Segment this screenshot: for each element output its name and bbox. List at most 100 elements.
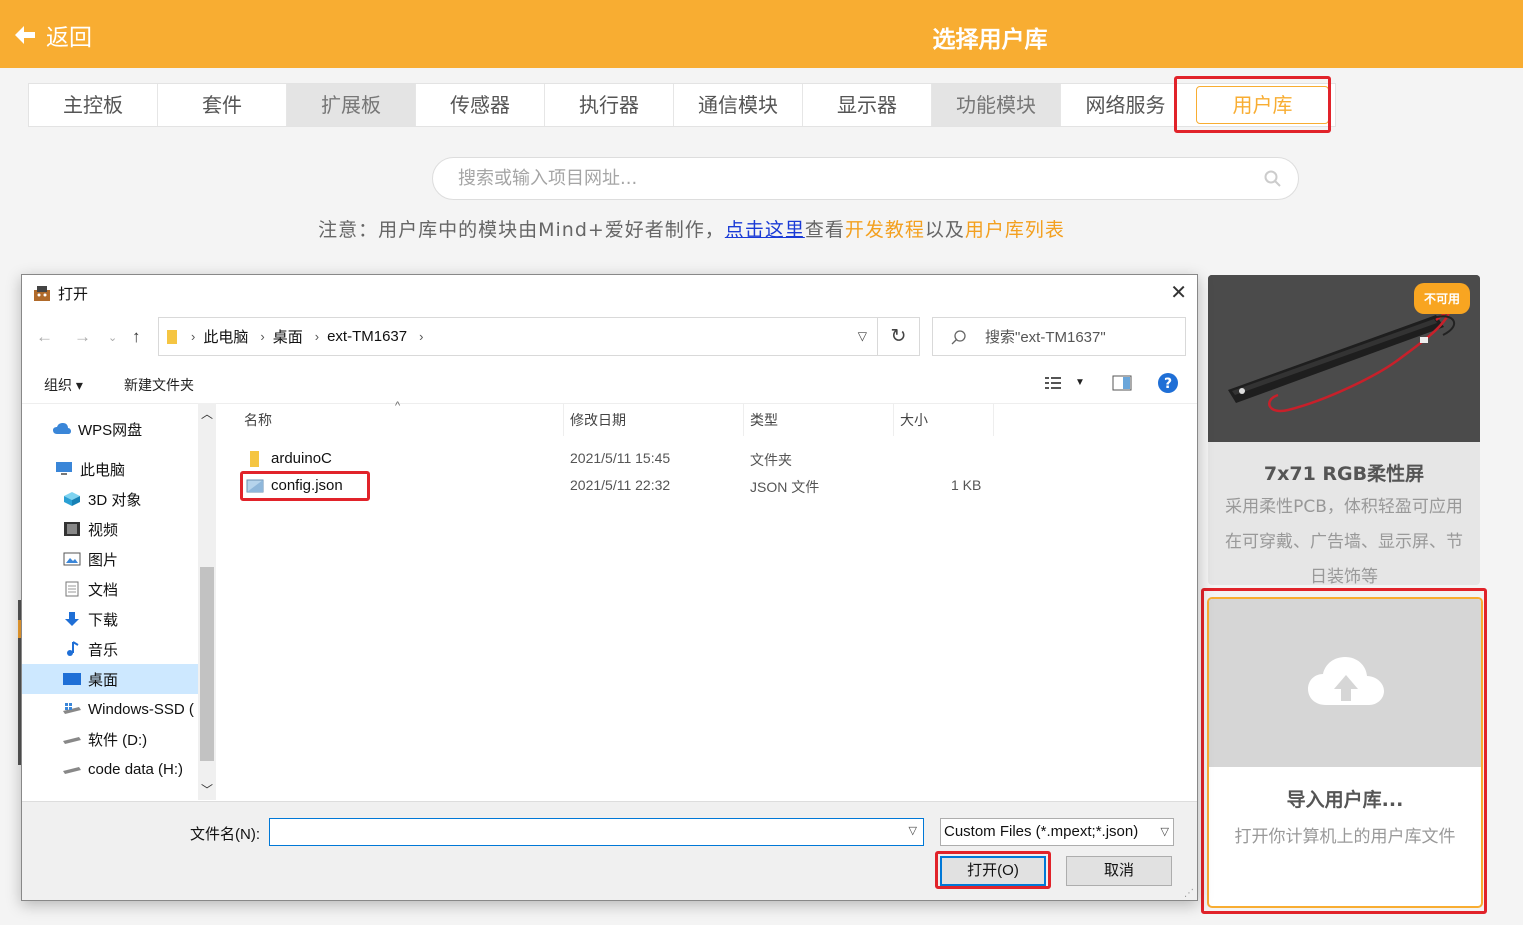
pictures-icon [63, 552, 81, 566]
view-dropdown-icon[interactable]: ▼ [1075, 377, 1085, 388]
notice-prefix: 注意：用户库中的模块由Mind+爱好者制作， [318, 219, 725, 241]
filename-input[interactable]: ▽ [269, 818, 924, 846]
nav-item-music[interactable]: 音乐 [22, 634, 198, 664]
product-image: 不可用 [1208, 275, 1480, 442]
file-name: config.json [271, 477, 343, 494]
dialog-footer: 文件名(N): ▽ Custom Files (*.mpext;*.json) … [22, 801, 1197, 900]
chevron-down-icon[interactable]: ▽ [858, 329, 867, 343]
tab-network-services[interactable]: 网络服务 [1061, 84, 1190, 126]
close-icon[interactable]: ✕ [1170, 283, 1187, 303]
dev-tutorial-link[interactable]: 开发教程 [845, 219, 925, 241]
sort-up-icon: ^ [395, 400, 401, 412]
column-header-size[interactable]: 大小 [894, 404, 994, 436]
search-icon [951, 329, 966, 344]
import-library-card[interactable]: 导入用户库... 打开你计算机上的用户库文件 [1207, 597, 1483, 908]
tab-user-library[interactable]: 用户库 [1196, 86, 1329, 124]
drive-icon [63, 737, 81, 744]
tab-communication[interactable]: 通信模块 [674, 84, 803, 126]
breadcrumb-desktop[interactable]: 桌面 [273, 326, 303, 347]
dialog-search-placeholder: 搜索"ext-TM1637" [985, 329, 1106, 346]
nav-item-3d-objects[interactable]: 3D 对象 [22, 484, 198, 514]
column-header-type[interactable]: 类型 [744, 404, 894, 436]
file-type: 文件夹 [750, 452, 792, 468]
forward-nav-icon[interactable]: → [74, 327, 91, 347]
file-size: 1 KB [951, 477, 982, 493]
chevron-down-icon[interactable]: ▽ [909, 824, 917, 837]
dialog-search-box[interactable]: 搜索"ext-TM1637" [932, 317, 1186, 356]
refresh-icon[interactable]: ↻ [878, 317, 920, 356]
nav-label: 下载 [88, 611, 119, 629]
breadcrumb-separator: › [260, 329, 265, 344]
dialog-title: 打开 [58, 285, 89, 303]
file-list: 名称 ^ 修改日期 类型 大小 arduinoC 2021/5/11 15:45… [218, 400, 1197, 800]
resize-grip-icon[interactable]: ⋰ [1184, 888, 1194, 899]
open-button[interactable]: 打开(O) [940, 856, 1046, 886]
filetype-select[interactable]: Custom Files (*.mpext;*.json) ▽ [940, 818, 1174, 846]
nav-scrollbar[interactable]: ︿ ﹀ [198, 403, 216, 800]
nav-item-this-pc[interactable]: 此电脑 [22, 454, 198, 484]
nav-item-documents[interactable]: 文档 [22, 574, 198, 604]
nav-label: 视频 [88, 521, 119, 539]
nav-item-drive-h[interactable]: code data (H:) [22, 754, 198, 784]
card-title: 7x71 RGB柔性屏 [1263, 463, 1425, 485]
new-folder-button[interactable]: 新建文件夹 [124, 375, 194, 395]
open-file-dialog: 打开 ✕ ← → ⌄ ↑ › 此电脑 › 桌面 › ext-TM1637 › ▽… [21, 274, 1198, 901]
scrollbar-thumb[interactable] [200, 567, 214, 761]
library-card-rgb-screen[interactable]: 不可用 7x71 RGB柔性屏 采用柔性PCB，体积轻盈可应用在可穿戴、广告墙、… [1208, 275, 1480, 585]
video-icon [64, 522, 80, 536]
address-bar[interactable]: › 此电脑 › 桌面 › ext-TM1637 › ▽ [158, 317, 878, 356]
back-nav-icon[interactable]: ← [36, 327, 53, 347]
notice-mid2: 以及 [924, 219, 965, 241]
preview-pane-icon[interactable] [1112, 375, 1132, 391]
tab-main-board[interactable]: 主控板 [29, 84, 158, 126]
scroll-down-icon[interactable]: ﹀ [201, 781, 213, 798]
tab-sensors[interactable]: 传感器 [416, 84, 545, 126]
upload-area [1209, 599, 1481, 767]
tab-kits[interactable]: 套件 [158, 84, 287, 126]
file-row[interactable]: arduinoC 2021/5/11 15:45 文件夹 [218, 446, 1197, 472]
scroll-up-icon[interactable]: ︿ [201, 405, 213, 422]
svg-text:?: ? [1164, 376, 1172, 392]
breadcrumb-separator: › [191, 329, 196, 344]
nav-item-windows-ssd[interactable]: Windows-SSD ( [22, 694, 198, 724]
json-file-icon [246, 479, 264, 493]
unavailable-badge: 不可用 [1413, 283, 1470, 314]
search-icon[interactable] [1264, 170, 1282, 188]
up-folder-icon[interactable]: ↑ [132, 327, 141, 347]
nav-item-drive-d[interactable]: 软件 (D:) [22, 724, 198, 754]
nav-item-wps[interactable]: WPS网盘 [22, 414, 198, 444]
tab-expansion-board[interactable]: 扩展板 [287, 84, 416, 126]
recent-dropdown-icon[interactable]: ⌄ [108, 331, 117, 344]
file-date: 2021/5/11 22:32 [570, 477, 671, 493]
folder-icon [167, 329, 177, 344]
view-options-icon[interactable] [1044, 375, 1064, 391]
cancel-button[interactable]: 取消 [1066, 856, 1172, 886]
dialog-toolbar: 组织 ▾ 新建文件夹 ▼ ? [22, 371, 1197, 399]
search-input[interactable] [458, 158, 1238, 198]
drive-icon [63, 703, 81, 714]
breadcrumb-separator: › [314, 329, 320, 344]
column-header-date[interactable]: 修改日期 [564, 404, 744, 436]
page-title: 选择用户库 [932, 27, 1048, 53]
tab-actuators[interactable]: 执行器 [545, 84, 674, 126]
tab-displays[interactable]: 显示器 [803, 84, 932, 126]
folder-icon [250, 451, 259, 467]
nav-item-desktop[interactable]: 桌面 [22, 664, 198, 694]
tab-function-modules[interactable]: 功能模块 [932, 84, 1061, 126]
help-icon[interactable]: ? [1157, 372, 1179, 394]
nav-label: 文档 [88, 581, 119, 599]
computer-icon [56, 462, 72, 475]
nav-item-pictures[interactable]: 图片 [22, 544, 198, 574]
chevron-down-icon[interactable]: ▽ [1158, 819, 1169, 845]
file-row[interactable]: config.json 2021/5/11 22:32 JSON 文件 1 KB [218, 473, 1197, 499]
breadcrumb-folder[interactable]: ext-TM1637 [327, 328, 407, 345]
breadcrumb-this-pc[interactable]: 此电脑 [203, 326, 248, 347]
nav-item-downloads[interactable]: 下载 [22, 604, 198, 634]
nav-label: 软件 (D:) [88, 731, 148, 749]
nav-label: 桌面 [88, 671, 119, 689]
organize-menu[interactable]: 组织 ▾ [44, 375, 83, 395]
user-library-list-link[interactable]: 用户库列表 [965, 219, 1065, 241]
nav-item-videos[interactable]: 视频 [22, 514, 198, 544]
click-here-link[interactable]: 点击这里 [725, 219, 805, 241]
column-header-name[interactable]: 名称 [238, 404, 564, 436]
